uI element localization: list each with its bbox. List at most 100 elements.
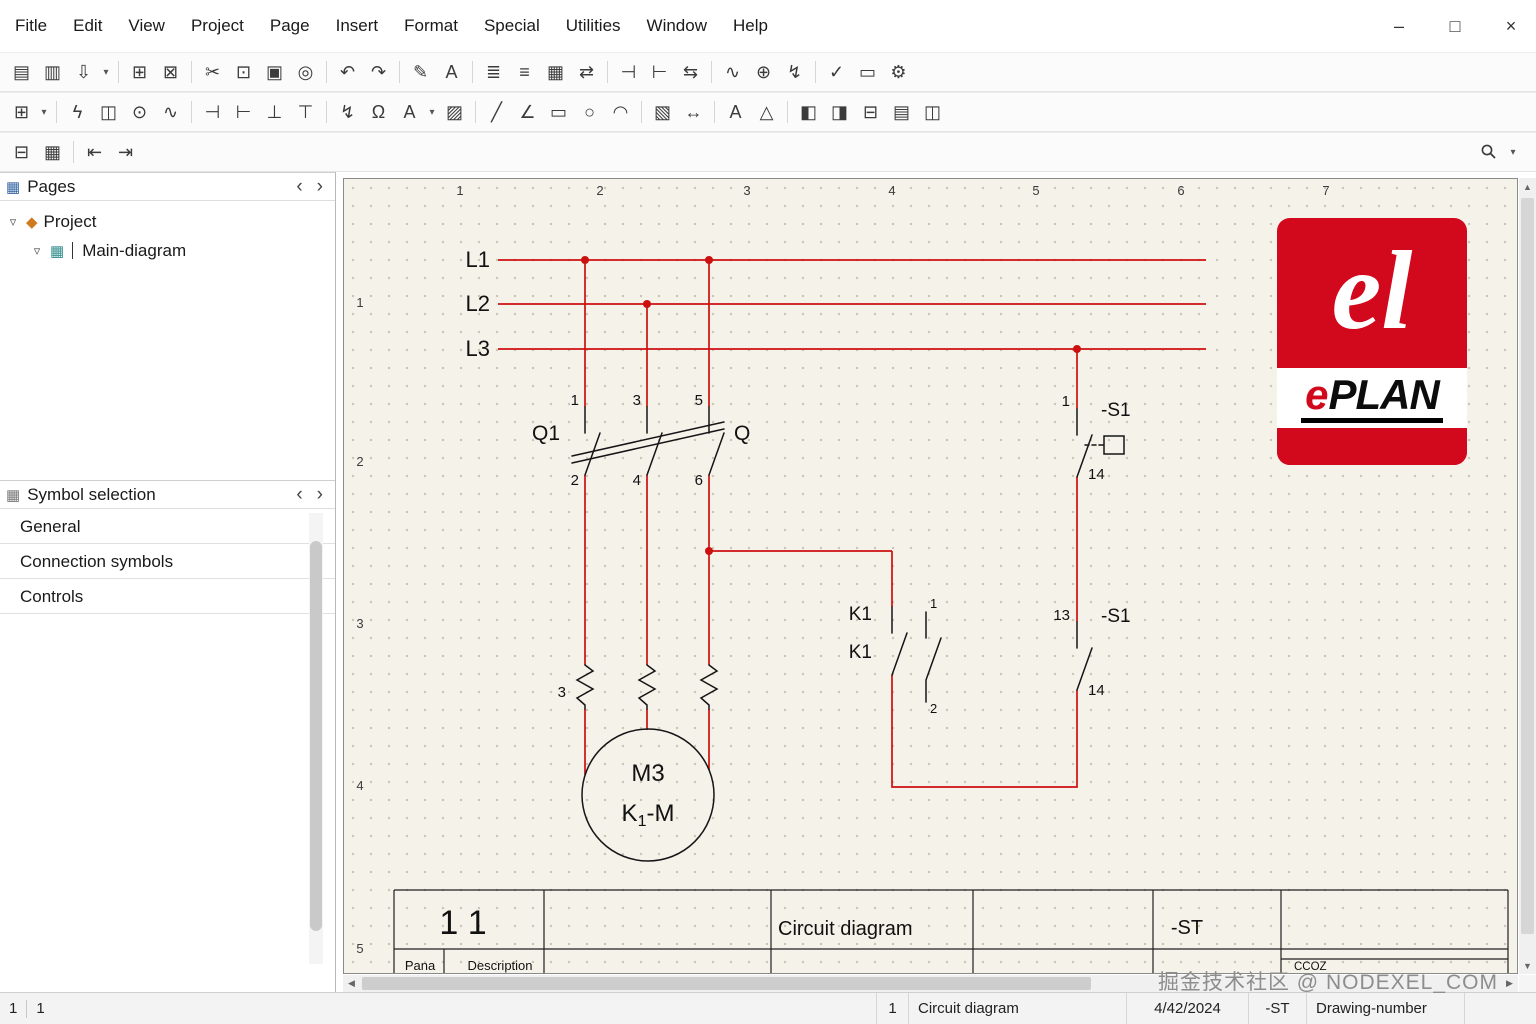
overload-resistors[interactable] [575, 664, 719, 710]
symbol-prev-icon[interactable]: ‹ [296, 485, 302, 504]
page-navigator-icon[interactable]: ≡ [509, 57, 540, 87]
s1-bottom-contact-symbol[interactable] [1076, 621, 1093, 691]
t-node-up-icon[interactable]: ⊥ [259, 97, 290, 127]
text-tool-icon[interactable]: A [394, 97, 425, 127]
report-icon[interactable]: ▦ [540, 57, 571, 87]
settings-icon[interactable]: ⚙ [883, 57, 914, 87]
terminal-icon[interactable]: ⊙ [124, 97, 155, 127]
search-icon[interactable]: ◎ [290, 57, 321, 87]
print-icon[interactable]: ▤ [6, 57, 37, 87]
horizontal-scroll-thumb[interactable] [362, 977, 1091, 990]
symbol-item-connection-symbols[interactable]: Connection symbols [0, 544, 335, 579]
menu-help[interactable]: Help [720, 0, 781, 52]
graphic-preview-icon[interactable]: ▦ [37, 137, 68, 167]
plot-frame-icon[interactable]: ◨ [824, 97, 855, 127]
copy-icon[interactable]: ⊡ [228, 57, 259, 87]
circle-icon[interactable]: ○ [574, 97, 605, 127]
symbol-panel-scrollbar[interactable] [309, 513, 323, 964]
cut-icon[interactable]: ✂ [197, 57, 228, 87]
pages-next-icon[interactable]: › [317, 177, 323, 196]
pages-prev-icon[interactable]: ‹ [296, 177, 302, 196]
symbol-item-controls[interactable]: Controls [0, 579, 335, 614]
project-expander-icon[interactable]: ▿ [6, 214, 20, 230]
symbol-next-icon[interactable]: › [317, 485, 323, 504]
delete-page-icon[interactable]: ⊠ [155, 57, 186, 87]
motor-symbol[interactable] [581, 728, 715, 862]
export-icon[interactable]: ⇩ [68, 57, 99, 87]
t-node-right-icon[interactable]: ⊢ [228, 97, 259, 127]
redo-icon[interactable]: ↷ [363, 57, 394, 87]
tree-item-project[interactable]: ▿ ◆ Project [0, 207, 335, 236]
hatch-icon[interactable]: ▧ [647, 97, 678, 127]
panel-splitter[interactable] [0, 464, 335, 480]
interruption-icon[interactable]: ↯ [779, 57, 810, 87]
close-button[interactable]: × [1496, 16, 1526, 37]
k1-contact-symbol[interactable] [891, 606, 942, 703]
menu-window[interactable]: Window [634, 0, 720, 52]
title-block-icon[interactable]: ▤ [886, 97, 917, 127]
insert-after-icon[interactable]: ⇥ [110, 137, 141, 167]
menu-project[interactable]: Project [178, 0, 257, 52]
text-upright-icon[interactable]: A [720, 97, 751, 127]
device-navigator-icon[interactable]: ≣ [478, 57, 509, 87]
user-search-caret-icon[interactable]: ▾ [1506, 137, 1520, 167]
grid-icon[interactable]: ⊞ [6, 97, 37, 127]
maximize-button[interactable]: □ [1440, 16, 1470, 37]
print-preview-icon[interactable]: ▥ [37, 57, 68, 87]
check-icon[interactable]: ✓ [821, 57, 852, 87]
edit-icon[interactable]: ✎ [405, 57, 436, 87]
frame-icon[interactable]: ◧ [793, 97, 824, 127]
insert-before-icon[interactable]: ⇤ [79, 137, 110, 167]
device-icon[interactable]: ◫ [93, 97, 124, 127]
q1-breaker-symbol[interactable] [571, 406, 725, 476]
grid-caret-icon[interactable]: ▾ [37, 97, 51, 127]
align-right-icon[interactable]: ⊢ [644, 57, 675, 87]
vertical-scroll-thumb[interactable] [1521, 198, 1534, 934]
drawing-canvas[interactable]: 1 2 3 4 5 6 7 1 2 3 4 5 L1 L2 L3 1 3 5 2… [343, 178, 1518, 974]
menu-format[interactable]: Format [391, 0, 471, 52]
symbol-panel-scroll-thumb[interactable] [310, 541, 322, 931]
vertical-scrollbar[interactable]: ▲ ▼ [1519, 178, 1536, 974]
scroll-up-icon[interactable]: ▲ [1519, 178, 1536, 195]
menu-file[interactable]: Fitle [2, 0, 60, 52]
distribute-icon[interactable]: ⇆ [675, 57, 706, 87]
tree-item-main-diagram[interactable]: ▿ ▦ Main-diagram [0, 236, 335, 265]
dimension-icon[interactable]: ↔ [678, 97, 709, 127]
align-left-icon[interactable]: ⊣ [613, 57, 644, 87]
menu-utilities[interactable]: Utilities [553, 0, 634, 52]
menu-insert[interactable]: Insert [323, 0, 392, 52]
undo-icon[interactable]: ↶ [332, 57, 363, 87]
junction-icon[interactable]: ⊕ [748, 57, 779, 87]
page-preview-icon[interactable]: ⊟ [6, 137, 37, 167]
menu-edit[interactable]: Edit [60, 0, 115, 52]
cable-icon[interactable]: ∿ [155, 97, 186, 127]
message-list-icon[interactable]: ▭ [852, 57, 883, 87]
interruption-point-icon[interactable]: ↯ [332, 97, 363, 127]
menu-view[interactable]: View [115, 0, 178, 52]
scroll-left-icon[interactable]: ◀ [343, 975, 360, 992]
t-node-down-icon[interactable]: ⊤ [290, 97, 321, 127]
user-search-icon[interactable] [1473, 137, 1504, 167]
menu-page[interactable]: Page [257, 0, 323, 52]
image-icon[interactable]: ▨ [439, 97, 470, 127]
export-caret-icon[interactable]: ▾ [99, 57, 113, 87]
line-icon[interactable]: ╱ [481, 97, 512, 127]
symbol-icon[interactable]: ϟ [62, 97, 93, 127]
t-node-left-icon[interactable]: ⊣ [197, 97, 228, 127]
polyline-icon[interactable]: ∠ [512, 97, 543, 127]
symbol-item-general[interactable]: General [0, 509, 335, 544]
cross-reference-icon[interactable]: ⇄ [571, 57, 602, 87]
paste-icon[interactable]: ▣ [259, 57, 290, 87]
page-expander-icon[interactable]: ▿ [30, 243, 44, 259]
menu-special[interactable]: Special [471, 0, 553, 52]
text-outline-icon[interactable]: △ [751, 97, 782, 127]
sheet-icon[interactable]: ⊟ [855, 97, 886, 127]
minimize-button[interactable]: – [1384, 16, 1414, 37]
scroll-down-icon[interactable]: ▼ [1519, 957, 1536, 974]
connection-icon[interactable]: ∿ [717, 57, 748, 87]
scroll-right-icon[interactable]: ▶ [1501, 975, 1518, 992]
text-caret-icon[interactable]: ▾ [425, 97, 439, 127]
arc-icon[interactable]: ◠ [605, 97, 636, 127]
text-icon[interactable]: A [436, 57, 467, 87]
rectangle-icon[interactable]: ▭ [543, 97, 574, 127]
